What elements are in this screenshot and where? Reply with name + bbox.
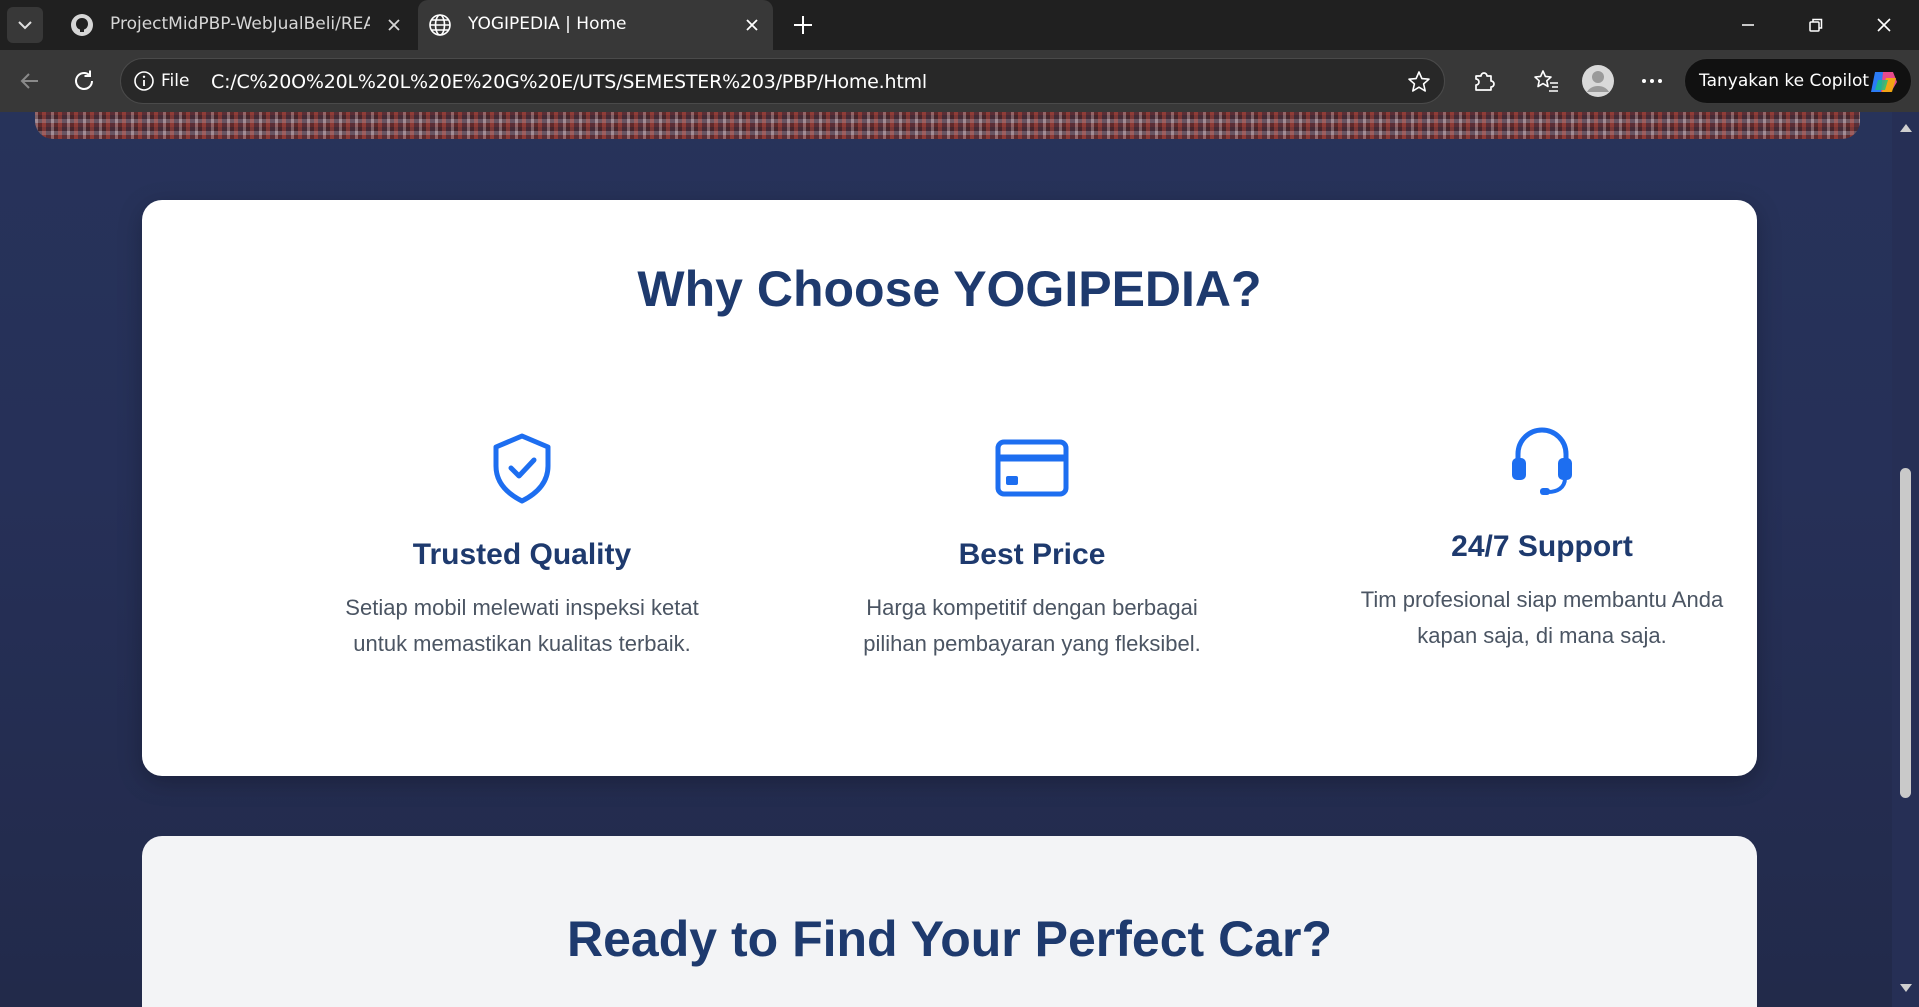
copilot-button[interactable]: Tanyakan ke Copilot bbox=[1684, 58, 1912, 104]
copilot-label: Tanyakan ke Copilot bbox=[1699, 71, 1870, 91]
close-tab-button[interactable] bbox=[381, 12, 407, 38]
copilot-logo-icon bbox=[1871, 72, 1897, 92]
scroll-up-arrow-icon[interactable] bbox=[1899, 122, 1913, 134]
restore-window-button[interactable] bbox=[1782, 0, 1850, 50]
close-icon bbox=[1877, 18, 1891, 32]
cta-section: Ready to Find Your Perfect Car? bbox=[142, 836, 1757, 1007]
address-bar[interactable]: File C:/C%20O%20L%20L%20E%20G%20E/UTS/SE… bbox=[120, 58, 1445, 104]
more-menu-button[interactable] bbox=[1634, 63, 1670, 99]
avatar-icon bbox=[1582, 65, 1614, 97]
tab-title: YOGIPEDIA | Home bbox=[468, 14, 627, 34]
favorites-button[interactable] bbox=[1528, 63, 1564, 99]
close-icon bbox=[746, 19, 758, 31]
site-scheme-label[interactable]: File bbox=[161, 71, 189, 91]
minimize-window-button[interactable] bbox=[1714, 0, 1782, 50]
new-tab-button[interactable] bbox=[786, 8, 820, 42]
tab-title: ProjectMidPBP-WebJualBeli/README bbox=[110, 14, 370, 34]
browser-toolbar: File C:/C%20O%20L%20L%20E%20G%20E/UTS/SE… bbox=[0, 50, 1919, 144]
tab-github-readme[interactable]: ProjectMidPBP-WebJualBeli/README bbox=[60, 0, 415, 50]
feature-title: Best Price bbox=[958, 538, 1106, 571]
extensions-button[interactable] bbox=[1466, 63, 1502, 99]
favorites-star-list-icon bbox=[1534, 70, 1558, 92]
tab-actions-menu-button[interactable] bbox=[7, 7, 43, 43]
scroll-down-arrow-icon[interactable] bbox=[1899, 982, 1913, 994]
section-title: Why Choose YOGIPEDIA? bbox=[637, 261, 1262, 317]
globe-icon bbox=[429, 14, 451, 36]
restore-icon bbox=[1809, 18, 1823, 32]
star-icon[interactable] bbox=[1406, 69, 1432, 95]
refresh-button[interactable] bbox=[64, 61, 104, 101]
minimize-icon bbox=[1742, 24, 1754, 26]
feature-description: Setiap mobil melewati inspeksi ketat unt… bbox=[345, 595, 699, 656]
headset-icon bbox=[1512, 427, 1572, 495]
tab-yogipedia-home[interactable]: YOGIPEDIA | Home bbox=[418, 0, 773, 50]
browser-tab-bar: ProjectMidPBP-WebJualBeli/README YOGIPED… bbox=[0, 0, 1919, 50]
feature-description: Harga kompetitif dengan berbagai pilihan… bbox=[863, 595, 1201, 656]
puzzle-icon bbox=[1475, 72, 1495, 91]
refresh-icon bbox=[75, 70, 93, 90]
profile-button[interactable] bbox=[1580, 63, 1616, 99]
back-button[interactable] bbox=[10, 61, 50, 101]
scrollbar-thumb[interactable] bbox=[1900, 468, 1911, 798]
credit-card-icon bbox=[995, 439, 1069, 497]
url-text[interactable]: C:/C%20O%20L%20L%20E%20G%20E/UTS/SEMESTE… bbox=[211, 71, 927, 93]
why-choose-section: Why Choose YOGIPEDIA? Trusted Quality Se… bbox=[142, 200, 1757, 776]
close-icon bbox=[388, 19, 400, 31]
github-icon bbox=[71, 14, 93, 36]
close-tab-button[interactable] bbox=[739, 12, 765, 38]
more-dots-icon bbox=[1642, 79, 1662, 83]
chevron-down-icon bbox=[18, 21, 32, 30]
arrow-left-icon bbox=[20, 73, 38, 89]
info-icon[interactable] bbox=[133, 70, 155, 92]
plus-icon bbox=[794, 16, 812, 34]
page-scrollbar[interactable] bbox=[1892, 112, 1919, 1007]
hero-image-bottom-edge bbox=[35, 112, 1860, 139]
section-title: Ready to Find Your Perfect Car? bbox=[567, 911, 1332, 967]
feature-description: Tim profesional siap membantu Anda kapan… bbox=[1360, 587, 1724, 648]
feature-title: Trusted Quality bbox=[412, 538, 632, 571]
feature-title: 24/7 Support bbox=[1451, 530, 1633, 563]
page-viewport: Why Choose YOGIPEDIA? Trusted Quality Se… bbox=[0, 112, 1919, 1007]
shield-check-icon bbox=[493, 433, 551, 504]
close-window-button[interactable] bbox=[1850, 0, 1918, 50]
